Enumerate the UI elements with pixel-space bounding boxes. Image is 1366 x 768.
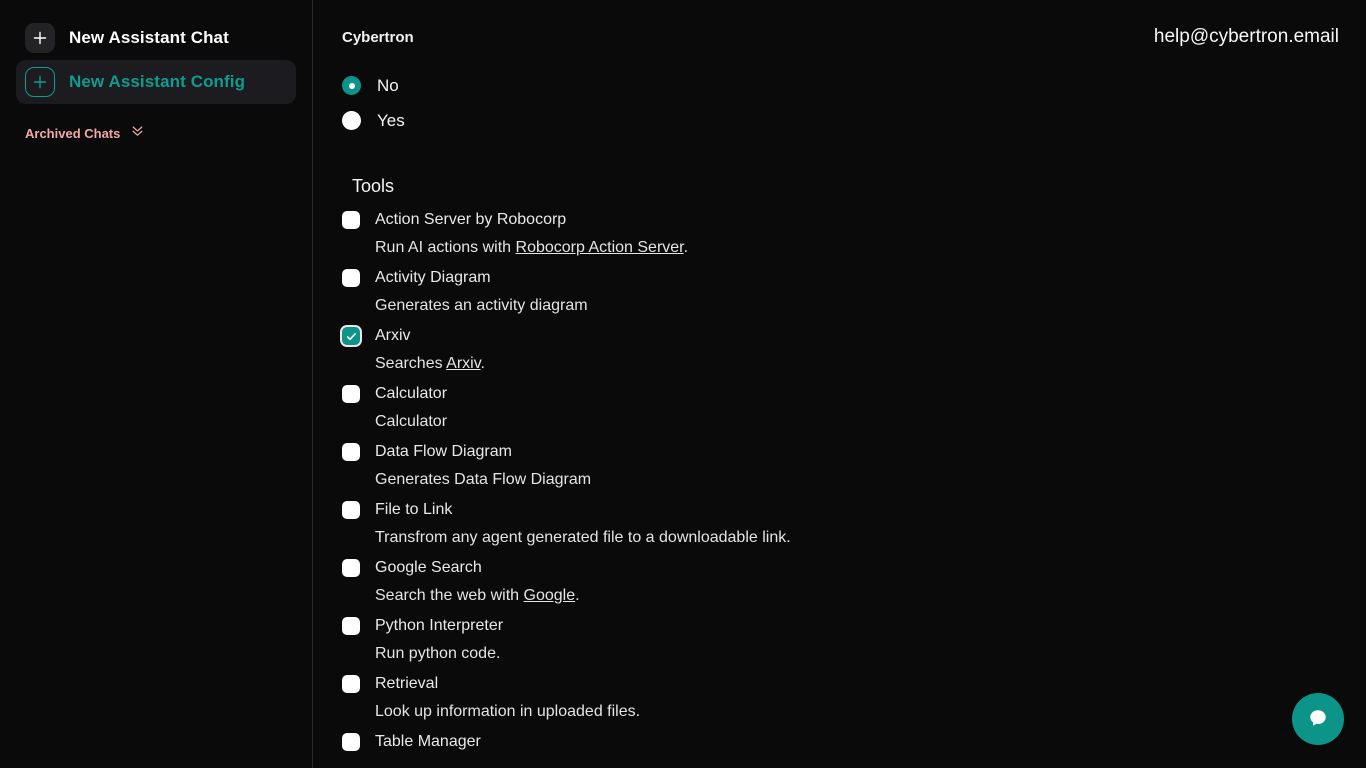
- checkbox-checked-icon[interactable]: [342, 327, 360, 345]
- checkbox-unchecked-icon[interactable]: [342, 675, 360, 693]
- tool-description-suffix: .: [480, 355, 485, 372]
- checkbox-unchecked-icon[interactable]: [342, 269, 360, 287]
- tool-toggle-row[interactable]: Arxiv: [342, 324, 1366, 348]
- tool-name-label: Google Search: [375, 559, 482, 576]
- tool-description-link[interactable]: Google: [524, 587, 576, 604]
- tool-description-text: Run python code.: [375, 645, 501, 662]
- tool-name-label: File to Link: [375, 501, 453, 518]
- sidebar-item-label: New Assistant Config: [69, 72, 246, 91]
- tool-description: Generates Data Flow Diagram: [342, 471, 1366, 489]
- plus-icon: [25, 67, 55, 97]
- tool-toggle-row[interactable]: Data Flow Diagram: [342, 440, 1366, 464]
- tool-item: Google Search Search the web with Google.: [342, 556, 1366, 605]
- tool-description-text: Run AI actions with: [375, 239, 516, 256]
- tool-description: Run AI actions with Robocorp Action Serv…: [342, 239, 1366, 257]
- checkbox-unchecked-icon[interactable]: [342, 559, 360, 577]
- tool-item: Python Interpreter Run python code.: [342, 614, 1366, 663]
- tools-list: Action Server by Robocorp Run AI actions …: [342, 208, 1366, 754]
- yes-no-radio-group: No Yes: [342, 68, 1366, 138]
- chat-bubble-icon: [1307, 707, 1329, 732]
- tool-description: Transfrom any agent generated file to a …: [342, 529, 1366, 547]
- tool-name-label: Calculator: [375, 385, 448, 402]
- tool-toggle-row[interactable]: Retrieval: [342, 672, 1366, 696]
- tool-description-text: Look up information in uploaded files.: [375, 703, 641, 720]
- tool-item: Table Manager: [342, 730, 1366, 754]
- tool-toggle-row[interactable]: Activity Diagram: [342, 266, 1366, 290]
- tool-description-text: Generates an activity diagram: [375, 297, 588, 314]
- archived-chats-toggle[interactable]: Archived Chats: [16, 122, 296, 144]
- tools-section-title: Tools: [352, 176, 395, 196]
- tool-toggle-row[interactable]: Python Interpreter: [342, 614, 1366, 638]
- tool-name-label: Data Flow Diagram: [375, 443, 512, 460]
- checkbox-unchecked-icon[interactable]: [342, 617, 360, 635]
- tool-description: Search the web with Google.: [342, 587, 1366, 605]
- radio-icon-unselected[interactable]: [342, 111, 361, 130]
- archived-chats-label: Archived Chats: [25, 125, 121, 141]
- app-root: New Assistant Chat New Assistant Config …: [0, 0, 1366, 768]
- sidebar-item-label: New Assistant Chat: [69, 28, 229, 47]
- tool-name-label: Arxiv: [375, 327, 411, 344]
- tool-name-label: Activity Diagram: [375, 269, 491, 286]
- plus-icon: [25, 23, 55, 53]
- tool-toggle-row[interactable]: Calculator: [342, 382, 1366, 406]
- tool-description-text: Searches: [375, 355, 447, 372]
- tool-description-text: Search the web with: [375, 587, 524, 604]
- tool-description-suffix: .: [575, 587, 580, 604]
- checkbox-unchecked-icon[interactable]: [342, 733, 360, 751]
- tool-description: Calculator: [342, 413, 1366, 431]
- tool-description-text: Calculator: [375, 413, 448, 430]
- tool-toggle-row[interactable]: Table Manager: [342, 730, 1366, 754]
- tool-item: Action Server by Robocorp Run AI actions …: [342, 208, 1366, 257]
- checkbox-unchecked-icon[interactable]: [342, 211, 360, 229]
- tool-item: Data Flow Diagram Generates Data Flow Dia…: [342, 440, 1366, 489]
- tool-description-link[interactable]: Arxiv: [446, 355, 480, 372]
- checkbox-unchecked-icon[interactable]: [342, 385, 360, 403]
- radio-option-no[interactable]: No: [342, 68, 1366, 103]
- tool-item: Calculator Calculator: [342, 382, 1366, 431]
- checkbox-unchecked-icon[interactable]: [342, 501, 360, 519]
- radio-label: No: [377, 75, 399, 95]
- tool-description-text: Transfrom any agent generated file to a …: [375, 529, 791, 546]
- tool-toggle-row[interactable]: Action Server by Robocorp: [342, 208, 1366, 232]
- chat-widget-button[interactable]: [1292, 693, 1344, 745]
- support-email[interactable]: help@cybertron.email: [1154, 26, 1339, 48]
- tool-item: Arxiv Searches Arxiv.: [342, 324, 1366, 373]
- tool-description: Look up information in uploaded files.: [342, 703, 1366, 721]
- tool-item: File to Link Transfrom any agent generate…: [342, 498, 1366, 547]
- checkbox-unchecked-icon[interactable]: [342, 443, 360, 461]
- sidebar-item-new-assistant-config[interactable]: New Assistant Config: [16, 60, 296, 104]
- tool-toggle-row[interactable]: Google Search: [342, 556, 1366, 580]
- tool-description-link[interactable]: Robocorp Action Server: [516, 239, 684, 256]
- tool-description: Run python code.: [342, 645, 1366, 663]
- tool-name-label: Action Server by Robocorp: [375, 211, 567, 228]
- tool-item: Activity Diagram Generates an activity di…: [342, 266, 1366, 315]
- radio-option-yes[interactable]: Yes: [342, 103, 1366, 138]
- tool-description: Searches Arxiv.: [342, 355, 1366, 373]
- tool-description: Generates an activity diagram: [342, 297, 1366, 315]
- tool-name-label: Python Interpreter: [375, 617, 504, 634]
- sidebar: New Assistant Chat New Assistant Config …: [0, 0, 313, 768]
- main-panel: Cybertron help@cybertron.email No Yes To…: [313, 0, 1366, 768]
- radio-label: Yes: [377, 110, 405, 130]
- tool-item: Retrieval Look up information in uploaded…: [342, 672, 1366, 721]
- tool-description-suffix: .: [683, 239, 689, 256]
- sidebar-item-new-assistant-chat[interactable]: New Assistant Chat: [16, 16, 296, 60]
- radio-icon-selected[interactable]: [342, 76, 361, 95]
- brand-title: Cybertron: [342, 28, 414, 46]
- tool-name-label: Retrieval: [375, 675, 439, 692]
- tool-name-label: Table Manager: [375, 733, 481, 750]
- tool-toggle-row[interactable]: File to Link: [342, 498, 1366, 522]
- settings-content: No Yes Tools Action Server by Robocorp Ru…: [313, 68, 1366, 754]
- chevron-double-down-icon: [129, 122, 146, 144]
- tool-description-text: Generates Data Flow Diagram: [375, 471, 592, 488]
- top-bar: Cybertron help@cybertron.email: [313, 0, 1366, 48]
